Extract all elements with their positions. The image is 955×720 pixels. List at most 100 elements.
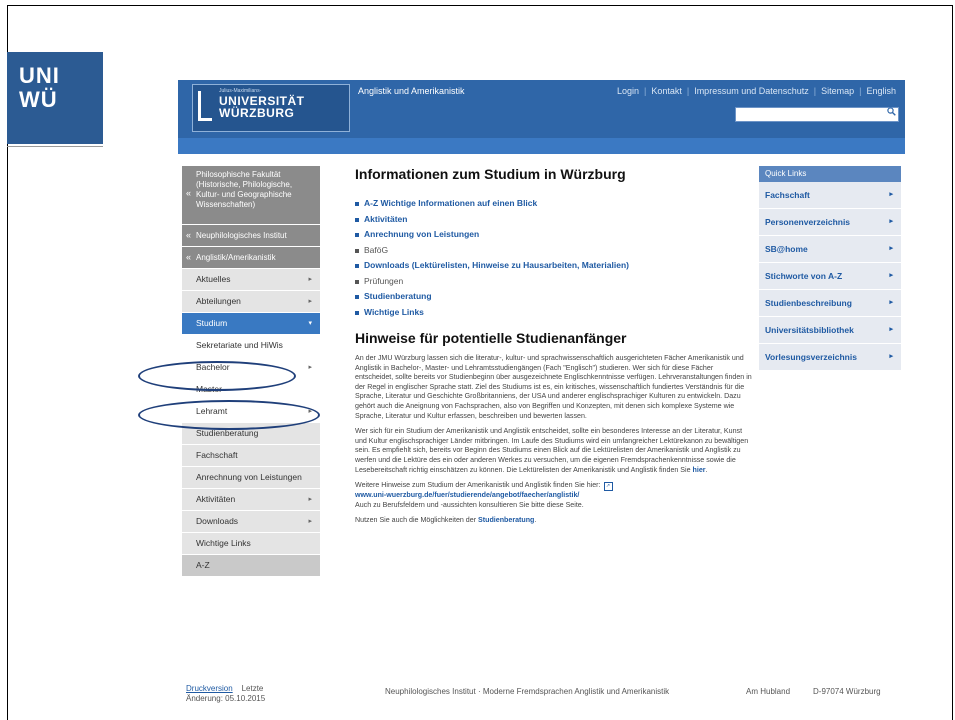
quick-link-label: Universitätsbibliothek bbox=[765, 325, 854, 335]
sidebar-item-label: Downloads bbox=[196, 516, 239, 526]
sidebar-item-label: Aktuelles bbox=[196, 274, 231, 284]
slide-logo-line1: UNI bbox=[19, 63, 60, 88]
quick-link-fachschaft[interactable]: Fachschaft ▸ bbox=[759, 182, 901, 209]
quick-links-panel: Quick Links Fachschaft ▸ Personenverzeich… bbox=[759, 166, 901, 371]
sidebar-item-anrechnung[interactable]: Anrechnung von Leistungen bbox=[182, 467, 320, 489]
faculty-url-link[interactable]: www.uni-wuerzburg.de/fuer/studierende/an… bbox=[355, 491, 579, 499]
slide-logo-divider bbox=[7, 146, 103, 147]
last-change-label: Letzte bbox=[241, 684, 264, 693]
institute-title[interactable]: Anglistik und Amerikanistik bbox=[358, 86, 465, 96]
quick-links-heading: Quick Links bbox=[759, 166, 901, 182]
search-icon[interactable] bbox=[887, 107, 896, 119]
footer-city: D-97074 Würzburg bbox=[813, 687, 881, 696]
site-header: Julius-Maximilians- UNIVERSITÄT WÜRZBURG… bbox=[178, 80, 905, 154]
sidebar-item-sekretariate[interactable]: Sekretariate und HiWis bbox=[182, 335, 320, 357]
main-content: Informationen zum Studium in Würzburg A-… bbox=[355, 166, 753, 532]
sidebar-item-label: Wichtige Links bbox=[196, 538, 251, 548]
chevron-right-icon: ▸ bbox=[308, 518, 312, 525]
footer-print-block: Druckversion Letzte Änderung: 05.10.2015 bbox=[186, 684, 265, 704]
quick-link-stichworte[interactable]: Stichworte von A-Z ▸ bbox=[759, 263, 901, 290]
quick-link-label: Stichworte von A-Z bbox=[765, 271, 843, 281]
chevron-right-icon: ▸ bbox=[889, 299, 893, 306]
quick-link-label: SB@home bbox=[765, 244, 808, 254]
slide-logo-line2: WÜ bbox=[19, 87, 58, 112]
nav-english[interactable]: English bbox=[861, 86, 901, 96]
external-link-icon: ↗ bbox=[603, 482, 613, 492]
reading-text: Wer sich für ein Studium der Amerikanist… bbox=[355, 427, 749, 474]
chevron-right-icon: ▸ bbox=[308, 298, 312, 305]
quick-link-label: Fachschaft bbox=[765, 190, 810, 200]
reading-paragraph: Wer sich für ein Studium der Amerikanist… bbox=[355, 427, 749, 474]
quick-link-bibliothek[interactable]: Universitätsbibliothek ▸ bbox=[759, 317, 901, 344]
further-info-paragraph: Weitere Hinweise zum Studium der Amerika… bbox=[355, 481, 753, 510]
chevron-right-icon: ▸ bbox=[889, 218, 893, 225]
further-info-text: Weitere Hinweise zum Studium der Amerika… bbox=[355, 481, 601, 490]
chevron-right-icon: ▸ bbox=[308, 496, 312, 503]
link-wichtige-links[interactable]: Wichtige Links bbox=[355, 305, 753, 321]
sidebar-item-fachschaft[interactable]: Fachschaft bbox=[182, 445, 320, 467]
last-change-date: Änderung: 05.10.2015 bbox=[186, 694, 266, 703]
sidebar-item-wichtige-links[interactable]: Wichtige Links bbox=[182, 533, 320, 555]
nav-impressum[interactable]: Impressum und Datenschutz bbox=[689, 86, 814, 96]
sidebar-item-label: Aktivitäten bbox=[196, 494, 236, 504]
sidebar-item-a-z[interactable]: A-Z bbox=[182, 555, 320, 577]
quick-link-label: Studienbeschreibung bbox=[765, 298, 852, 308]
link-downloads[interactable]: Downloads (Lektürelisten, Hinweise zu Ha… bbox=[355, 258, 753, 274]
quick-link-sbhome[interactable]: SB@home ▸ bbox=[759, 236, 901, 263]
chevron-right-icon: ▸ bbox=[308, 364, 312, 371]
chevron-right-icon: ▸ bbox=[889, 245, 893, 252]
list-item-pruefungen: Prüfungen bbox=[355, 274, 753, 290]
nav-institute[interactable]: « Neuphilologisches Institut bbox=[182, 225, 320, 247]
link-aktivitaeten[interactable]: Aktivitäten bbox=[355, 212, 753, 228]
chevron-right-icon: ▸ bbox=[889, 326, 893, 333]
sidebar-item-aktuelles[interactable]: Aktuelles ▸ bbox=[182, 269, 320, 291]
link-anrechnung[interactable]: Anrechnung von Leistungen bbox=[355, 227, 753, 243]
print-version-link[interactable]: Druckversion bbox=[186, 684, 233, 693]
sidebar-item-studium[interactable]: Studium ▾ bbox=[182, 313, 320, 335]
chevron-left-icon: « bbox=[186, 252, 192, 262]
intro-paragraph: An der JMU Würzburg lassen sich die lite… bbox=[355, 354, 752, 420]
sidebar-item-aktivitaeten[interactable]: Aktivitäten ▸ bbox=[182, 489, 320, 511]
search-input[interactable] bbox=[735, 107, 899, 122]
quick-link-studienbeschreibung[interactable]: Studienbeschreibung ▸ bbox=[759, 290, 901, 317]
footer-institute: Neuphilologisches Institut · Moderne Fre… bbox=[385, 687, 670, 696]
nav-faculty[interactable]: « Philosophische Fakultät (Historische, … bbox=[182, 166, 320, 225]
link-a-z[interactable]: A-Z Wichtige Informationen auf einen Bli… bbox=[355, 196, 753, 212]
page-title: Informationen zum Studium in Würzburg bbox=[355, 166, 626, 182]
sidebar-item-label: A-Z bbox=[196, 560, 210, 570]
slide-university-logo: UNI WÜ bbox=[7, 52, 103, 144]
university-logo[interactable]: Julius-Maximilians- UNIVERSITÄT WÜRZBURG bbox=[192, 84, 350, 132]
counselling-text: Nutzen Sie auch die Möglichkeiten der bbox=[355, 516, 479, 525]
chevron-right-icon: ▸ bbox=[889, 272, 893, 279]
sidebar-item-downloads[interactable]: Downloads ▸ bbox=[182, 511, 320, 533]
chevron-right-icon: ▸ bbox=[308, 276, 312, 283]
quick-link-label: Personenverzeichnis bbox=[765, 217, 851, 227]
header-stripe bbox=[178, 138, 905, 154]
chevron-right-icon: ▸ bbox=[889, 191, 893, 198]
logo-text-line2: WÜRZBURG bbox=[219, 106, 295, 120]
logo-mark-icon bbox=[198, 91, 212, 121]
chevron-left-icon: « bbox=[186, 188, 192, 198]
sidebar-item-label: Abteilungen bbox=[196, 296, 241, 306]
sidebar-item-abteilungen[interactable]: Abteilungen ▸ bbox=[182, 291, 320, 313]
nav-sitemap[interactable]: Sitemap bbox=[816, 86, 859, 96]
nav-institute-label: Neuphilologisches Institut bbox=[196, 231, 287, 240]
chevron-down-icon: ▾ bbox=[308, 320, 312, 327]
sidebar-item-label: Studium bbox=[196, 318, 228, 328]
nav-department[interactable]: « Anglistik/Amerikanistik bbox=[182, 247, 320, 269]
counselling-link[interactable]: Studienberatung bbox=[478, 516, 534, 524]
link-studienberatung[interactable]: Studienberatung bbox=[355, 289, 753, 305]
sidebar-item-label: Anrechnung von Leistungen bbox=[196, 472, 302, 482]
period-text: . bbox=[534, 516, 537, 525]
nav-login[interactable]: Login bbox=[612, 86, 644, 96]
sidebar-item-label: Sekretariate und HiWis bbox=[196, 340, 283, 350]
quick-link-label: Vorlesungsverzeichnis bbox=[765, 352, 857, 362]
quick-link-vorlesungsverzeichnis[interactable]: Vorlesungsverzeichnis ▸ bbox=[759, 344, 901, 371]
reading-list-link[interactable]: hier bbox=[693, 466, 706, 474]
nav-kontakt[interactable]: Kontakt bbox=[646, 86, 687, 96]
section-heading: Hinweise für potentielle Studienanfänger bbox=[355, 330, 627, 346]
chevron-right-icon: ▸ bbox=[889, 353, 893, 360]
highlight-ellipse-lehramt bbox=[138, 400, 320, 430]
sidebar-item-label: Fachschaft bbox=[196, 450, 238, 460]
quick-link-personenverzeichnis[interactable]: Personenverzeichnis ▸ bbox=[759, 209, 901, 236]
